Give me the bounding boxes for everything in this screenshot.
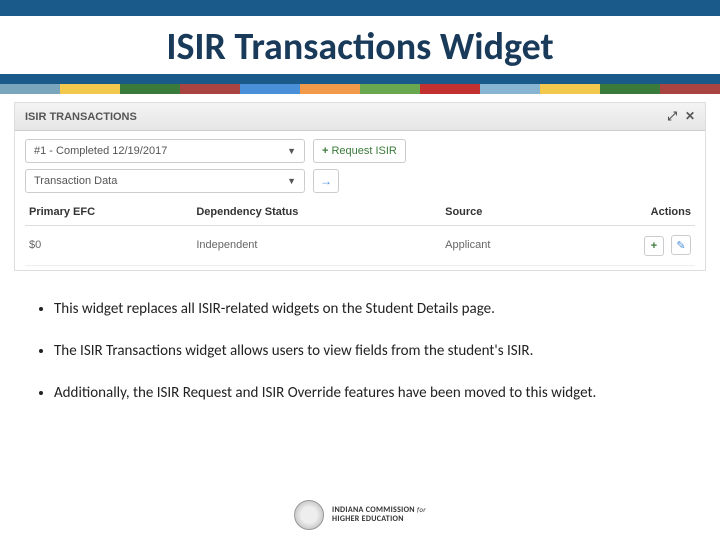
seal-icon [294,500,324,530]
table-row: $0 Independent Applicant + ✎ [25,226,695,266]
cell-efc: $0 [25,226,192,266]
request-isir-label: Request ISIR [331,145,396,157]
footer-logo: INDIANA COMMISSION for HIGHER EDUCATION [294,500,426,530]
override-action-button[interactable]: ✎ [671,235,691,255]
isir-widget: ISIR TRANSACTIONS ⤢ ✕ #1 - Completed 12/… [14,102,706,271]
plus-icon: + [322,145,328,157]
color-strip [0,84,720,94]
isir-table: Primary EFC Dependency Status Source Act… [25,199,695,266]
cell-src: Applicant [441,226,561,266]
add-action-button[interactable]: + [644,236,664,256]
table-header-row: Primary EFC Dependency Status Source Act… [25,199,695,226]
col-source: Source [441,199,561,226]
widget-header: ISIR TRANSACTIONS ⤢ ✕ [15,103,705,131]
transaction-select-value: #1 - Completed 12/19/2017 [34,145,167,157]
bullet-1: This widget replaces all ISIR-related wi… [54,299,684,319]
chevron-down-icon: ▼ [287,176,296,186]
bullet-3: Additionally, the ISIR Request and ISIR … [54,383,684,403]
cell-actions: + ✎ [562,226,696,266]
footer-text: INDIANA COMMISSION for HIGHER EDUCATION [332,506,426,524]
footer-line2: HIGHER EDUCATION [332,515,426,524]
col-actions: Actions [562,199,696,226]
chevron-down-icon: ▼ [287,146,296,156]
request-isir-button[interactable]: + Request ISIR [313,139,406,163]
collapse-icon[interactable]: ⤢ [667,109,677,124]
page-title: ISIR Transactions Widget [0,16,720,74]
col-primary-efc: Primary EFC [25,199,192,226]
description-bullets: This widget replaces all ISIR-related wi… [36,299,684,404]
go-button[interactable]: → [313,169,339,193]
transaction-data-label: Transaction Data [34,175,117,187]
cell-dep: Independent [192,226,441,266]
arrow-right-icon: → [320,174,332,188]
widget-body: #1 - Completed 12/19/2017 ▼ + Request IS… [15,131,705,270]
col-dependency-status: Dependency Status [192,199,441,226]
bullet-2: The ISIR Transactions widget allows user… [54,341,684,361]
close-icon[interactable]: ✕ [685,109,695,124]
footer-for: for [417,505,426,514]
transaction-data-select[interactable]: Transaction Data ▼ [25,169,305,193]
transaction-select[interactable]: #1 - Completed 12/19/2017 ▼ [25,139,305,163]
widget-header-title: ISIR TRANSACTIONS [25,111,137,123]
